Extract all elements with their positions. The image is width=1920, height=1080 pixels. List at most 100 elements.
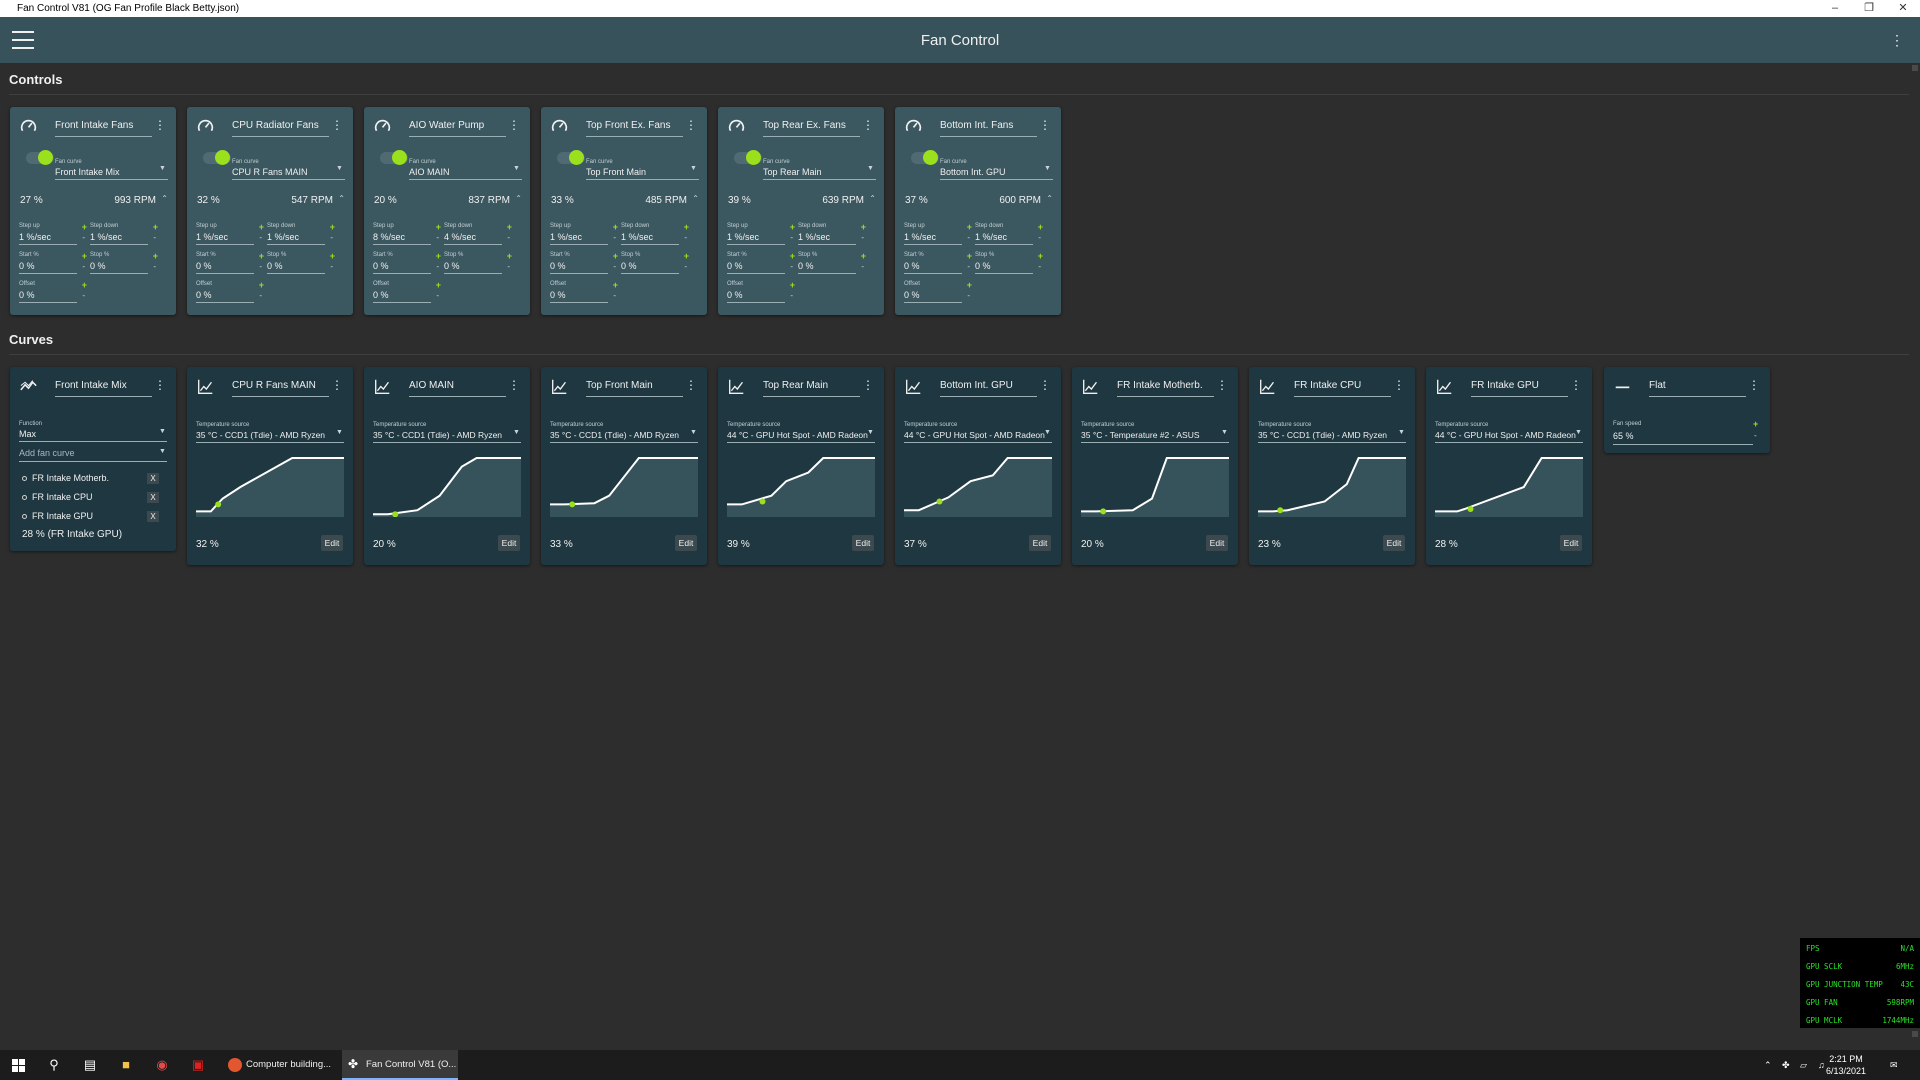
decrement-icon[interactable]: - <box>259 262 262 271</box>
increment-icon[interactable]: + <box>790 222 795 232</box>
remove-button[interactable]: X <box>147 492 159 503</box>
offset-field[interactable]: Offset 0 % + - <box>550 280 618 303</box>
edit-button[interactable]: Edit <box>852 535 874 551</box>
offset-field[interactable]: Offset 0 % + - <box>196 280 264 303</box>
decrement-icon[interactable]: - <box>259 233 262 242</box>
control-name[interactable]: AIO Water Pump <box>409 120 484 131</box>
edit-button[interactable]: Edit <box>1560 535 1582 551</box>
maximize-button[interactable]: ❐ <box>1852 0 1886 17</box>
step-up-field[interactable]: Step up 8 %/sec + - <box>373 222 441 245</box>
stop-percent-field[interactable]: Stop % 0 % + - <box>267 251 335 274</box>
decrement-icon[interactable]: - <box>82 233 85 242</box>
curve-name[interactable]: CPU R Fans MAIN <box>232 380 316 391</box>
increment-icon[interactable]: + <box>330 222 335 232</box>
increment-icon[interactable]: + <box>613 280 618 290</box>
control-name[interactable]: Bottom Int. Fans <box>940 120 1013 131</box>
card-menu-icon[interactable]: ⋮ <box>508 378 520 392</box>
add-fan-curve-select[interactable]: Add fan curve <box>19 448 75 458</box>
fan-curve-select[interactable]: Top Rear Main <box>763 167 822 177</box>
temperature-source-select[interactable]: 35 °C - Temperature #2 - ASUS <box>1081 430 1229 440</box>
increment-icon[interactable]: + <box>436 280 441 290</box>
decrement-icon[interactable]: - <box>790 291 793 300</box>
step-down-field[interactable]: Step down 1 %/sec + - <box>267 222 335 245</box>
start-percent-field[interactable]: Start % 0 % + - <box>373 251 441 274</box>
card-menu-icon[interactable]: ⋮ <box>1039 378 1051 392</box>
card-menu-icon[interactable]: ⋮ <box>1393 378 1405 392</box>
decrement-icon[interactable]: - <box>82 291 85 300</box>
card-menu-icon[interactable]: ⋮ <box>154 378 166 392</box>
increment-icon[interactable]: + <box>436 222 441 232</box>
network-icon[interactable]: ▱ <box>1800 1050 1807 1080</box>
remove-button[interactable]: X <box>147 473 159 484</box>
decrement-icon[interactable]: - <box>684 262 687 271</box>
increment-icon[interactable]: + <box>967 280 972 290</box>
taskbar-app-fan-control[interactable]: ✤ Fan Control V81 (O... <box>342 1050 458 1080</box>
decrement-icon[interactable]: - <box>613 233 616 242</box>
increment-icon[interactable]: + <box>613 222 618 232</box>
decrement-icon[interactable]: - <box>1038 262 1041 271</box>
increment-icon[interactable]: + <box>967 222 972 232</box>
increment-icon[interactable]: + <box>861 222 866 232</box>
enable-toggle[interactable] <box>203 150 231 165</box>
step-up-field[interactable]: Step up 1 %/sec + - <box>727 222 795 245</box>
increment-icon[interactable]: + <box>507 251 512 261</box>
increment-icon[interactable]: + <box>613 251 618 261</box>
curve-name[interactable]: Top Front Main <box>586 380 653 391</box>
file-explorer-icon[interactable]: ■ <box>108 1050 144 1080</box>
edit-button[interactable]: Edit <box>498 535 520 551</box>
control-name[interactable]: Top Front Ex. Fans <box>586 120 670 131</box>
decrement-icon[interactable]: - <box>967 233 970 242</box>
increment-icon[interactable]: + <box>790 280 795 290</box>
card-menu-icon[interactable]: ⋮ <box>685 118 697 132</box>
increment-icon[interactable]: + <box>82 251 87 261</box>
dropdown-arrow-icon[interactable]: ▼ <box>867 165 874 172</box>
increment-icon[interactable]: + <box>1038 222 1043 232</box>
collapse-chevron-icon[interactable]: ⌃ <box>869 194 876 203</box>
step-up-field[interactable]: Step up 1 %/sec + - <box>19 222 87 245</box>
offset-field[interactable]: Offset 0 % + - <box>373 280 441 303</box>
increment-icon[interactable]: + <box>82 280 87 290</box>
kebab-icon[interactable]: ⋮ <box>1890 32 1904 49</box>
dropdown-arrow-icon[interactable]: ▼ <box>1044 429 1051 436</box>
dropdown-arrow-icon[interactable]: ▼ <box>1398 429 1405 436</box>
tray-app-icon[interactable]: ✤ <box>1782 1050 1790 1080</box>
step-down-field[interactable]: Step down 1 %/sec + - <box>798 222 866 245</box>
control-name[interactable]: Top Rear Ex. Fans <box>763 120 846 131</box>
card-menu-icon[interactable]: ⋮ <box>1039 118 1051 132</box>
dropdown-arrow-icon[interactable]: ▼ <box>159 448 166 455</box>
decrement-icon[interactable]: - <box>967 262 970 271</box>
curve-graph[interactable] <box>196 457 344 517</box>
increment-icon[interactable]: + <box>684 251 689 261</box>
card-menu-icon[interactable]: ⋮ <box>685 378 697 392</box>
fan-curve-select[interactable]: Top Front Main <box>586 167 646 177</box>
collapse-chevron-icon[interactable]: ⌃ <box>692 194 699 203</box>
card-menu-icon[interactable]: ⋮ <box>862 378 874 392</box>
decrement-icon[interactable]: - <box>153 233 156 242</box>
enable-toggle[interactable] <box>734 150 762 165</box>
increment-icon[interactable]: + <box>1038 251 1043 261</box>
decrement-icon[interactable]: - <box>861 262 864 271</box>
temperature-source-select[interactable]: 35 °C - CCD1 (Tdie) - AMD Ryzen <box>373 430 521 440</box>
media-app-icon[interactable]: ◉ <box>144 1050 180 1080</box>
amd-radeon-icon[interactable]: ▣ <box>180 1050 216 1080</box>
card-menu-icon[interactable]: ⋮ <box>1748 378 1760 392</box>
curve-name[interactable]: Flat <box>1649 380 1666 391</box>
increment-icon[interactable]: + <box>259 251 264 261</box>
remove-button[interactable]: X <box>147 511 159 522</box>
decrement-icon[interactable]: - <box>684 233 687 242</box>
dropdown-arrow-icon[interactable]: ▼ <box>159 165 166 172</box>
dropdown-arrow-icon[interactable]: ▼ <box>1044 165 1051 172</box>
increment-icon[interactable]: + <box>330 251 335 261</box>
card-menu-icon[interactable]: ⋮ <box>331 378 343 392</box>
card-menu-icon[interactable]: ⋮ <box>508 118 520 132</box>
curve-graph[interactable] <box>1081 457 1229 517</box>
scrollbar[interactable] <box>1910 63 1920 1043</box>
curve-name[interactable]: Bottom Int. GPU <box>940 380 1013 391</box>
start-percent-field[interactable]: Start % 0 % + - <box>727 251 795 274</box>
collapse-chevron-icon[interactable]: ⌃ <box>515 194 522 203</box>
start-percent-field[interactable]: Start % 0 % + - <box>196 251 264 274</box>
start-percent-field[interactable]: Start % 0 % + - <box>550 251 618 274</box>
fan-curve-select[interactable]: Front Intake Mix <box>55 167 120 177</box>
dropdown-arrow-icon[interactable]: ▼ <box>1575 429 1582 436</box>
edit-button[interactable]: Edit <box>1383 535 1405 551</box>
